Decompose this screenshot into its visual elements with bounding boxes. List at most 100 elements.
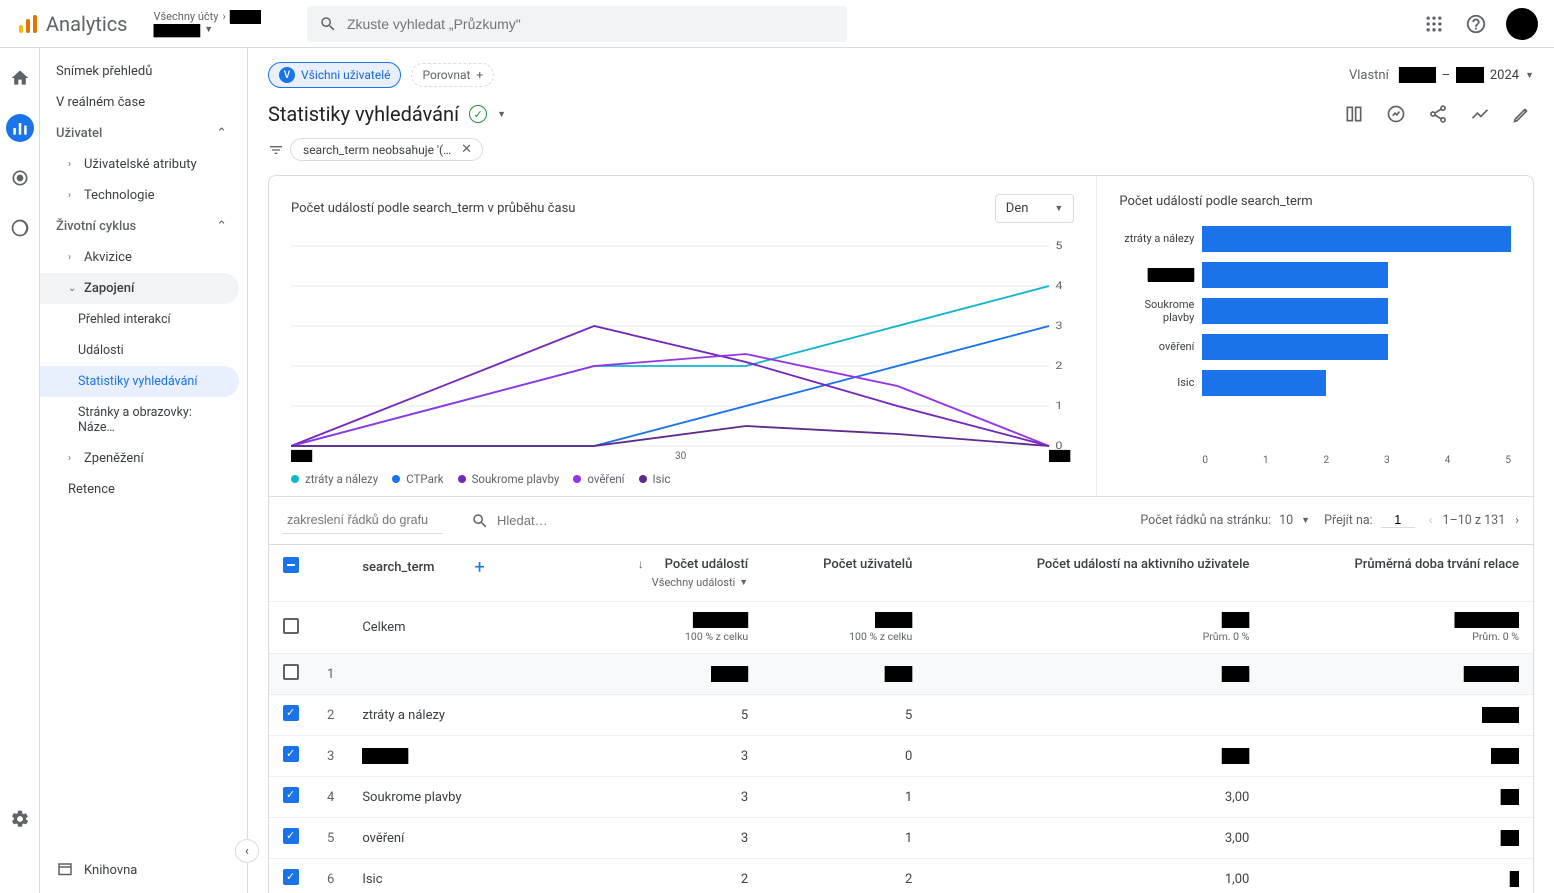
- filter-funnel-icon[interactable]: [268, 142, 284, 158]
- sort-desc-icon[interactable]: ↓: [638, 557, 644, 571]
- cell-search-term: ověření: [348, 818, 568, 859]
- table-search[interactable]: [471, 512, 697, 530]
- verified-badge-icon[interactable]: ✓: [469, 105, 487, 123]
- bar-row: Soukrome plavby: [1119, 293, 1511, 329]
- bar-label: Isic: [1119, 376, 1194, 389]
- caret-down-icon: ▼: [1054, 203, 1063, 214]
- rail-reports-icon[interactable]: [6, 114, 34, 142]
- title-row: Statistiky vyhledávání ✓ ▼: [248, 96, 1554, 134]
- sidebar-library[interactable]: Knihovna: [40, 847, 247, 893]
- nav-monetization[interactable]: ›Zpeněžení: [40, 443, 247, 474]
- rows-per-page[interactable]: Počet řádků na stránku: 10 ▼: [1140, 513, 1310, 528]
- table-search-input[interactable]: [497, 513, 697, 528]
- col-events[interactable]: Počet událostí: [652, 557, 748, 572]
- prev-page-icon[interactable]: ‹: [1429, 513, 1433, 528]
- svg-text:4: 4: [1055, 279, 1063, 291]
- global-search-input[interactable]: [347, 16, 835, 32]
- nav-realtime[interactable]: V reálném čase: [40, 87, 247, 118]
- row-checkbox[interactable]: [283, 664, 299, 680]
- pagination: ‹ 1–10 z 131 ›: [1429, 513, 1519, 528]
- granularity-select[interactable]: Den ▼: [995, 194, 1075, 223]
- sidebar-collapse-button[interactable]: ‹: [235, 839, 259, 863]
- nav-snapshot[interactable]: Snímek přehledů: [40, 56, 247, 87]
- title-actions: [1342, 102, 1534, 126]
- rail-explore-icon[interactable]: [6, 164, 34, 192]
- app-name: Analytics: [46, 12, 128, 36]
- nav-engagement-overview[interactable]: Přehled interakcí: [40, 304, 247, 335]
- col-users[interactable]: Počet uživatelů: [776, 557, 912, 572]
- cell-search-term: Isic: [348, 859, 568, 893]
- app-header: Analytics Všechny účty › ████ ██████ ▼: [0, 0, 1554, 48]
- nav-user-attributes[interactable]: ›Uživatelské atributy: [40, 149, 247, 180]
- nav-acquisition[interactable]: ›Akvizice: [40, 242, 247, 273]
- nav-engagement[interactable]: ⌄Zapojení: [40, 273, 239, 304]
- apps-grid-icon[interactable]: [1422, 12, 1446, 36]
- nav-group-lifecycle[interactable]: Životní cyklus ⌃: [40, 211, 247, 242]
- nav-retention[interactable]: Retence: [40, 474, 247, 505]
- rail-home-icon[interactable]: [6, 64, 34, 92]
- goto-input[interactable]: [1381, 513, 1415, 528]
- caret-down-icon: ▼: [1525, 70, 1534, 81]
- table-controls: Počet řádků na stránku: 10 ▼ Přejít na: …: [269, 496, 1533, 544]
- insights-icon[interactable]: [1384, 102, 1408, 126]
- row-checkbox[interactable]: [283, 705, 299, 721]
- page-range: 1–10 z 131: [1442, 513, 1505, 528]
- customize-columns-icon[interactable]: [1342, 102, 1366, 126]
- nav-search-stats[interactable]: Statistiky vyhledávání: [40, 366, 239, 397]
- rail-admin-gear-icon[interactable]: [6, 805, 34, 833]
- bar-row: Isic: [1119, 365, 1511, 401]
- col-events-per-user[interactable]: Počet událostí na aktivního uživatele: [940, 557, 1249, 572]
- segment-bar: VVšichni uživatelé Porovnat+ Vlastní ███…: [248, 48, 1554, 96]
- edit-pencil-icon[interactable]: [1510, 102, 1534, 126]
- filter-chip-searchterm[interactable]: search_term neobsahuje '(… ✕: [290, 138, 483, 161]
- nav-events[interactable]: Události: [40, 335, 247, 366]
- cell-search-term: █████: [348, 736, 568, 777]
- add-dimension-button[interactable]: +: [475, 557, 485, 578]
- nav-group-user[interactable]: Uživatel ⌃: [40, 118, 247, 149]
- help-icon[interactable]: [1464, 12, 1488, 36]
- bar-chart-title: Počet událostí podle search_term: [1119, 194, 1511, 209]
- trend-icon[interactable]: [1468, 102, 1492, 126]
- nav-technology[interactable]: ›Technologie: [40, 180, 247, 211]
- next-page-icon[interactable]: ›: [1515, 513, 1519, 528]
- svg-text:5: 5: [1055, 239, 1062, 251]
- date-range-picker[interactable]: Vlastní ████ – ███ 2024 ▼: [1349, 67, 1534, 83]
- bar-fill: [1202, 370, 1325, 396]
- line-chart-pane: Počet událostí podle search_term v průbě…: [269, 176, 1097, 496]
- bar-row: ověření: [1119, 329, 1511, 365]
- segment-all-users[interactable]: VVšichni uživatelé: [268, 62, 401, 88]
- analytics-logo-icon: [16, 12, 40, 36]
- report-card: Počet událostí podle search_term v průbě…: [268, 175, 1534, 893]
- share-icon[interactable]: [1426, 102, 1450, 126]
- dimension-header[interactable]: search_term: [362, 560, 434, 575]
- col-avg-session[interactable]: Průměrná doba trvání relace: [1277, 557, 1519, 572]
- row-checkbox[interactable]: [283, 787, 299, 803]
- table-row: 6Isic221,00█: [269, 859, 1533, 893]
- icon-rail: [0, 48, 40, 893]
- segment-compare-add[interactable]: Porovnat+: [411, 63, 494, 87]
- remove-filter-icon[interactable]: ✕: [459, 142, 474, 157]
- account-picker[interactable]: Všechny účty › ████ ██████ ▼: [154, 10, 261, 36]
- row-checkbox[interactable]: [283, 869, 299, 885]
- nav-pages-screens[interactable]: Stránky a obrazovky: Náze…: [40, 397, 247, 443]
- table-row: 4Soukrome plavby313,00██: [269, 777, 1533, 818]
- svg-text:3: 3: [1055, 319, 1062, 331]
- user-avatar[interactable]: [1506, 8, 1538, 40]
- plot-rows-input[interactable]: [283, 507, 443, 534]
- filter-row: search_term neobsahuje '(… ✕: [248, 134, 1554, 175]
- global-search[interactable]: [307, 6, 847, 42]
- search-icon: [471, 512, 489, 530]
- cell-search-term: [348, 654, 568, 695]
- table-row: 5ověření313,00██: [269, 818, 1533, 859]
- svg-text:2: 2: [1055, 359, 1062, 371]
- library-icon: [56, 861, 74, 879]
- rail-advertising-icon[interactable]: [6, 214, 34, 242]
- select-all-checkbox[interactable]: [283, 557, 299, 573]
- table-row: 2ztráty a nálezy55████: [269, 695, 1533, 736]
- row-checkbox[interactable]: [283, 828, 299, 844]
- row-checkbox[interactable]: [283, 746, 299, 762]
- svg-text:0: 0: [1055, 439, 1062, 451]
- row-checkbox[interactable]: [283, 618, 299, 634]
- title-dropdown-icon[interactable]: ▼: [497, 109, 506, 120]
- events-filter-dropdown[interactable]: Všechny události ▼: [652, 576, 748, 589]
